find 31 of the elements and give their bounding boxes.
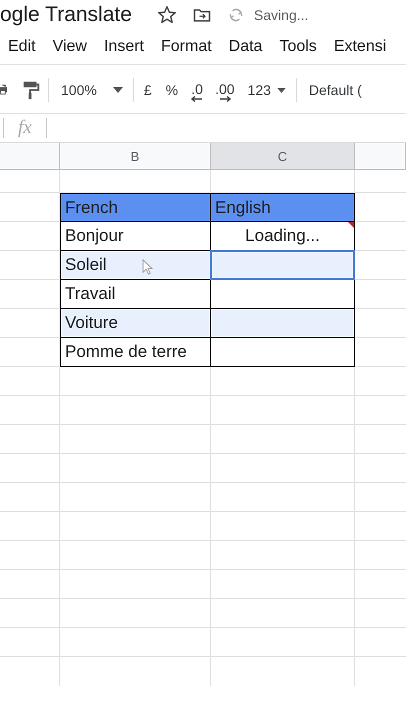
column-header[interactable]: C	[211, 143, 355, 170]
zoom-dropdown[interactable]: 100%	[55, 80, 127, 100]
decrease-decimals-button[interactable]: .0	[188, 78, 206, 102]
increase-decimals-button[interactable]: .00	[212, 78, 238, 102]
table-cell: Voiture	[60, 309, 211, 338]
table-header-cell: French	[60, 193, 211, 222]
table-cell: Soleil	[60, 251, 211, 280]
menu-item[interactable]: Insert	[104, 38, 144, 56]
font-dropdown[interactable]: Default (	[302, 80, 362, 100]
formula-label: fx	[18, 117, 32, 139]
menu-item[interactable]: View	[52, 38, 87, 56]
table-cell: Pomme de terre	[60, 338, 211, 367]
table-header-cell: English	[211, 193, 355, 222]
menu-item[interactable]: Edit	[8, 38, 36, 56]
menu-item[interactable]: Format	[160, 38, 212, 56]
caret-icon	[276, 88, 286, 92]
right-arrow-icon	[218, 96, 231, 102]
mouse-cursor-icon	[142, 259, 153, 275]
menu-item[interactable]: Tools	[279, 38, 317, 56]
left-arrow-icon	[191, 96, 204, 102]
number-format-dropdown[interactable]: 123	[244, 80, 290, 100]
menu-item[interactable]: Extensi	[334, 38, 386, 56]
save-status: Saving...	[254, 7, 308, 23]
caret-icon	[112, 87, 123, 93]
star-icon[interactable]	[156, 4, 178, 26]
currency-button[interactable]: £	[140, 80, 156, 100]
document-title[interactable]: ogle Translate	[0, 3, 132, 27]
percent-button[interactable]: %	[162, 80, 182, 100]
table-cell: Loading...	[211, 222, 355, 251]
menu-item[interactable]: Data	[228, 38, 262, 56]
column-header[interactable]: B	[60, 143, 211, 170]
